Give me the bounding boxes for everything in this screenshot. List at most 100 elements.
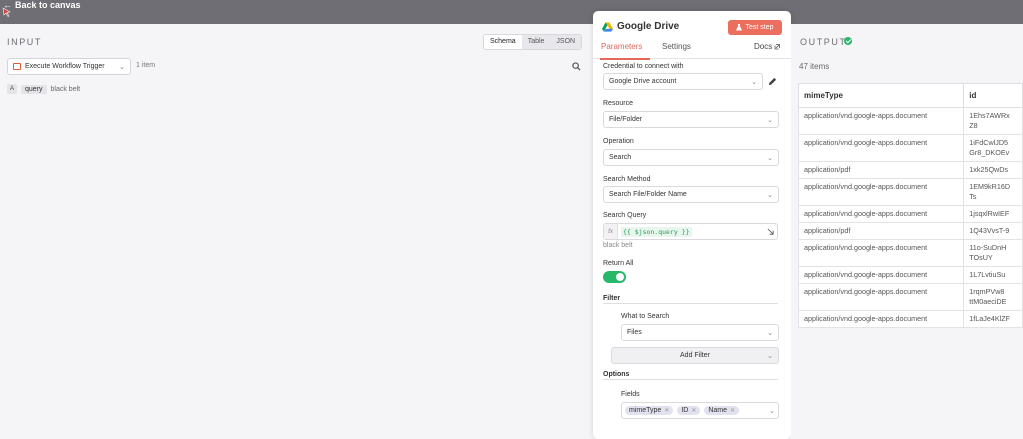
cell-id[interactable]: 1iFdCwlJD5 Gr8_DKOEv	[963, 134, 1023, 162]
cell-id[interactable]: 1Ehs7AWRx Z8	[963, 107, 1023, 135]
schema-field-name[interactable]: query	[21, 84, 47, 94]
cell-mimetype[interactable]: application/vnd.google-apps.document	[797, 107, 965, 135]
resource-label: Resource	[603, 100, 633, 107]
back-to-canvas-link[interactable]: ← Back to canvas	[3, 0, 81, 10]
cell-mimetype[interactable]: application/vnd.google-apps.document	[797, 266, 965, 284]
what-to-search-label: What to Search	[621, 313, 670, 320]
search-query-result-hint: black belt	[603, 242, 633, 249]
schema-field-row[interactable]: A query black belt	[7, 84, 80, 94]
cell-id[interactable]: 1xk25QwDs	[963, 161, 1023, 179]
resource-value: File/Folder	[609, 116, 643, 123]
input-node-select[interactable]: Execute Workflow Trigger ⌄	[7, 58, 131, 75]
table-row: application/pdf 1xk25QwDs	[797, 161, 1023, 179]
fields-multiselect[interactable]: mimeType ✕ ID ✕ Name ✕ ⌄	[621, 402, 779, 419]
field-chip-mimetype[interactable]: mimeType ✕	[625, 406, 674, 415]
options-section-title: Options	[603, 371, 630, 378]
cell-mimetype[interactable]: application/pdf	[797, 161, 965, 179]
table-row: application/pdf 1Q43VvsT-9	[797, 222, 1023, 240]
pencil-icon[interactable]	[768, 77, 777, 86]
node-tabs: Parameters Settings Docs	[593, 39, 791, 60]
cell-id[interactable]: 11o-SuDnH TOsUY	[963, 239, 1023, 267]
table-row: application/vnd.google-apps.document 1fLa…	[797, 310, 1023, 328]
expand-icon[interactable]	[767, 228, 774, 235]
view-tab-json[interactable]: JSON	[550, 35, 581, 49]
field-chip-name[interactable]: Name ✕	[704, 406, 740, 415]
operation-label: Operation	[603, 138, 634, 145]
close-icon[interactable]: ✕	[730, 407, 735, 414]
column-header-mimetype[interactable]: mimeType	[797, 83, 965, 108]
filter-divider	[603, 303, 778, 304]
operation-select[interactable]: Search ⌄	[603, 149, 779, 166]
mouse-cursor-icon	[2, 7, 11, 17]
cell-mimetype[interactable]: application/pdf	[797, 222, 965, 240]
view-tab-schema[interactable]: Schema	[484, 35, 522, 49]
cell-id[interactable]: 1jsqxlRwIEF	[963, 205, 1023, 223]
table-row: application/vnd.google-apps.document 11o-…	[797, 239, 1023, 267]
top-bar: ← Back to canvas	[0, 0, 1023, 24]
chevron-down-icon: ⌄	[767, 154, 773, 162]
cell-mimetype[interactable]: application/vnd.google-apps.document	[797, 205, 965, 223]
filter-section-title: Filter	[603, 295, 621, 302]
table-row: application/vnd.google-apps.document 1jsq…	[797, 205, 1023, 223]
trigger-icon	[13, 63, 21, 70]
output-title: OUTPUT	[800, 37, 847, 47]
string-type-icon: A	[7, 84, 17, 94]
test-step-label: Test step	[745, 24, 774, 31]
success-check-icon	[844, 37, 852, 45]
chevron-down-icon: ⌄	[119, 63, 125, 71]
cell-id[interactable]: 1EM9kR16D Ts	[963, 178, 1023, 206]
input-item-count: 1 item	[136, 62, 156, 69]
return-all-toggle[interactable]	[603, 271, 626, 283]
field-chip-id[interactable]: ID ✕	[677, 406, 701, 415]
chevron-down-icon: ⌄	[769, 407, 775, 415]
search-icon[interactable]	[572, 62, 581, 71]
credential-select[interactable]: Google Drive account ⌄	[603, 73, 763, 90]
active-tab-indicator	[600, 58, 650, 60]
chip-label: Name	[708, 407, 728, 414]
add-filter-button[interactable]: Add Filter ⌄	[611, 347, 779, 364]
chevron-down-icon: ⌄	[767, 329, 773, 337]
chevron-down-icon: ⌄	[751, 78, 757, 86]
column-header-id[interactable]: id	[963, 83, 1023, 108]
close-icon[interactable]: ✕	[691, 407, 696, 414]
search-method-value: Search File/Folder Name	[609, 191, 687, 198]
tab-parameters[interactable]: Parameters	[601, 42, 642, 51]
docs-label: Docs	[754, 42, 773, 51]
chip-label: ID	[681, 407, 689, 414]
output-item-count: 47 items	[799, 62, 830, 71]
credential-label: Credential to connect with	[603, 63, 684, 70]
docs-link[interactable]: Docs	[754, 42, 781, 51]
fields-label: Fields	[621, 391, 640, 398]
cell-id[interactable]: 1Q43VvsT-9	[963, 222, 1023, 240]
cell-mimetype[interactable]: application/vnd.google-apps.document	[797, 283, 965, 311]
input-node-label: Execute Workflow Trigger	[25, 63, 105, 70]
what-to-search-value: Files	[627, 329, 642, 336]
cell-mimetype[interactable]: application/vnd.google-apps.document	[797, 239, 965, 267]
cell-id[interactable]: 1L7LvtiuSu	[963, 266, 1023, 284]
test-step-button[interactable]: Test step	[728, 20, 782, 35]
cell-mimetype[interactable]: application/vnd.google-apps.document	[797, 178, 965, 206]
chevron-down-icon: ⌄	[767, 116, 773, 124]
close-icon[interactable]: ✕	[664, 407, 669, 414]
table-row: application/vnd.google-apps.document 1EM9…	[797, 178, 1023, 206]
cell-mimetype[interactable]: application/vnd.google-apps.document	[797, 134, 965, 162]
resource-select[interactable]: File/Folder ⌄	[603, 111, 779, 128]
cell-id[interactable]: 1fLaJe4KlZF	[963, 310, 1023, 328]
cell-mimetype[interactable]: application/vnd.google-apps.document	[797, 310, 965, 328]
view-tab-table[interactable]: Table	[522, 35, 551, 49]
table-row: application/vnd.google-apps.document 1L7L…	[797, 266, 1023, 284]
table-row: application/vnd.google-apps.document 1iFd…	[797, 134, 1023, 162]
cell-id[interactable]: 1rqmPVw8 ttM0aeciDE	[963, 283, 1023, 311]
what-to-search-select[interactable]: Files ⌄	[621, 324, 779, 341]
table-row: application/vnd.google-apps.document 1Ehs…	[797, 107, 1023, 135]
back-label: Back to canvas	[15, 0, 81, 10]
options-divider	[603, 379, 778, 380]
search-method-select[interactable]: Search File/Folder Name ⌄	[603, 186, 779, 203]
table-row: application/vnd.google-apps.document 1rqm…	[797, 283, 1023, 311]
tab-settings[interactable]: Settings	[662, 42, 691, 51]
expression-fx-icon: fx	[604, 224, 618, 239]
toggle-knob	[616, 273, 624, 281]
credential-value: Google Drive account	[609, 78, 677, 85]
schema-field-value: black belt	[50, 85, 81, 93]
search-query-expression-field[interactable]: fx {{ $json.query }}	[603, 223, 778, 240]
